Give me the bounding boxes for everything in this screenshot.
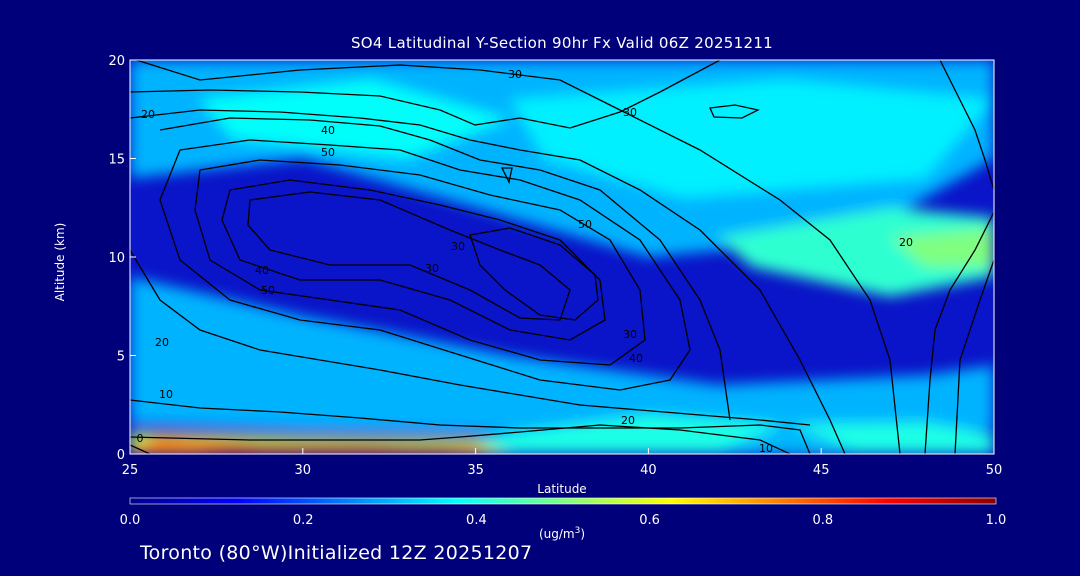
contour-label: 30 [508, 68, 522, 81]
contour-label: 0 [137, 432, 144, 445]
x-tick-label: 45 [813, 463, 830, 478]
contour-label: 30 [425, 262, 439, 275]
contour-label: 20 [899, 236, 913, 249]
contour-label: 20 [155, 336, 169, 349]
contour-label: 10 [159, 388, 173, 401]
colorbar-unit: (ug/m3) [539, 526, 585, 541]
x-tick-label: 35 [467, 463, 484, 478]
contour-label: 50 [578, 218, 592, 231]
contour-label: 30 [451, 240, 465, 253]
contour-label: 20 [621, 414, 635, 427]
y-tick-label: 15 [108, 153, 125, 168]
contour-label: 10 [759, 442, 773, 455]
x-tick-label: 50 [986, 463, 1003, 478]
colorbar-tick-label: 0.6 [639, 513, 660, 528]
colorbar [129, 497, 997, 505]
colorbar-tick-label: 0.2 [293, 513, 314, 528]
colorbar-tick-label: 1.0 [986, 513, 1007, 528]
x-tick-label: 25 [122, 463, 139, 478]
contour-label: 20 [141, 108, 155, 121]
y-tick-label: 20 [108, 54, 125, 69]
y-tick-label: 10 [108, 251, 125, 266]
colorbar-tick-label: 0.0 [120, 513, 141, 528]
contour-label: 30 [623, 328, 637, 341]
y-tick-label: 5 [117, 350, 125, 365]
contour-label: 50 [261, 284, 275, 297]
contour-label: 30 [623, 106, 637, 119]
colorbar-tick-label: 0.8 [812, 513, 833, 528]
y-tick-label: 0 [117, 448, 125, 463]
colorbar-unit-base: (ug/m [538, 527, 575, 541]
colorbar-unit-close: ) [580, 527, 586, 541]
contour-label: 50 [321, 146, 335, 159]
contour-label: 40 [321, 124, 335, 137]
contour-label: 40 [629, 352, 643, 365]
footer-location-label: Toronto (80°W)Initialized 12Z 20251207 [140, 542, 533, 564]
contour-label: 40 [255, 264, 269, 277]
x-tick-label: 40 [640, 463, 657, 478]
x-tick-label: 30 [295, 463, 312, 478]
y-axis-label: Altitude (km) [53, 222, 67, 302]
x-axis-label: Latitude [537, 482, 587, 496]
colorbar-tick-label: 0.4 [466, 513, 487, 528]
